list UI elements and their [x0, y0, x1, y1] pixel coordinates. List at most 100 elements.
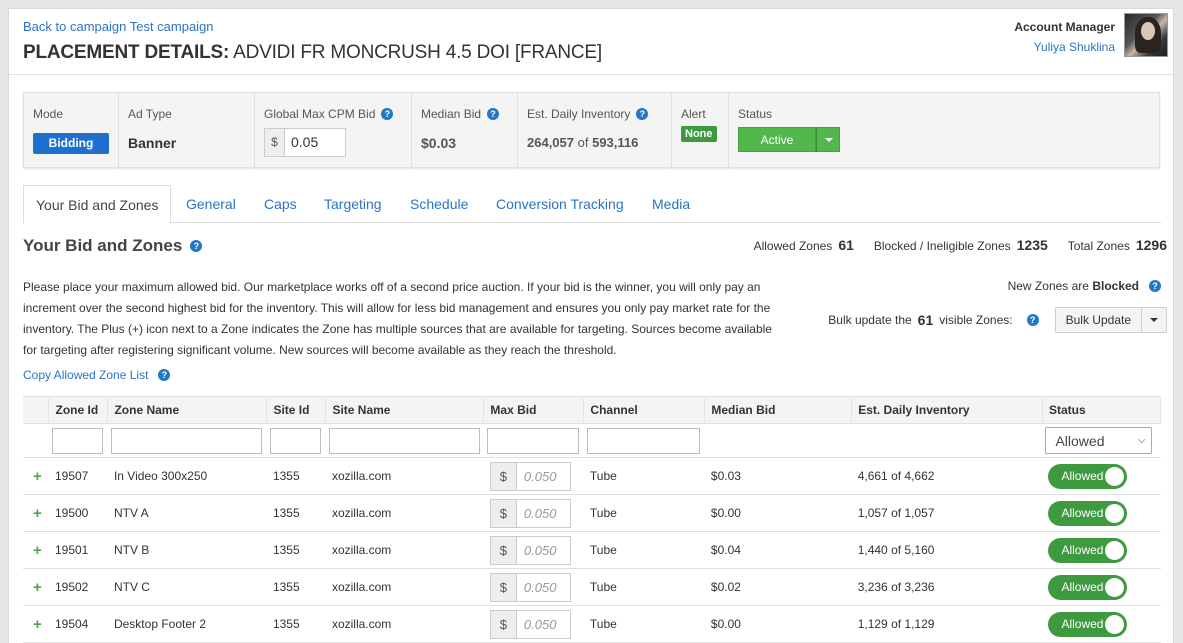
bulk-update-button[interactable]: Bulk Update — [1054, 307, 1167, 333]
blocked-zones-label: Blocked / Ineligible Zones — [873, 239, 1011, 253]
max-bid-input[interactable]: $0.050 — [489, 535, 571, 565]
median-bid: $0.00 — [704, 605, 852, 643]
expand-sources-icon[interactable]: + — [29, 579, 42, 596]
new-zones-state[interactable]: Blocked — [1092, 279, 1139, 293]
inventory-value: 264,057 of 593,116 — [527, 135, 639, 150]
channel: Tube — [583, 605, 705, 643]
tab-conversion-tracking[interactable]: Conversion Tracking — [496, 185, 624, 223]
max-bid-placeholder[interactable]: 0.050 — [517, 500, 557, 527]
col-median-bid[interactable]: Median Bid — [704, 396, 853, 424]
help-icon[interactable]: ? — [636, 108, 649, 120]
total-zones-count: 1296 — [1135, 237, 1167, 253]
status-dropdown[interactable]: Active — [738, 127, 840, 152]
global-cpm-input[interactable]: $ 0.05 — [264, 128, 346, 157]
status-label: Status — [738, 107, 773, 121]
channel: Tube — [583, 531, 705, 569]
tab-general[interactable]: General — [186, 185, 236, 223]
status-toggle-label: Allowed — [1061, 505, 1104, 520]
site-id: 1355 — [266, 605, 326, 643]
site-name-filter[interactable] — [328, 427, 480, 454]
expand-sources-icon[interactable]: + — [29, 616, 42, 633]
site-name: xozilla.com — [325, 457, 484, 495]
help-icon[interactable]: ? — [190, 240, 203, 252]
est-daily-inventory: 1,440 of 5,160 — [851, 531, 1043, 569]
channel-filter[interactable] — [586, 427, 700, 454]
est-daily-inventory: 4,661 of 4,662 — [851, 457, 1043, 495]
status-toggle[interactable]: Allowed — [1048, 537, 1128, 563]
expand-sources-icon[interactable]: + — [29, 468, 42, 485]
toggle-knob — [1105, 503, 1125, 523]
col-est-daily-inventory[interactable]: Est. Daily Inventory — [851, 396, 1043, 424]
max-bid-input[interactable]: $0.050 — [489, 609, 571, 639]
back-to-campaign-link[interactable]: Back to campaign Test campaign — [23, 19, 214, 34]
channel: Tube — [583, 457, 705, 495]
col-site-id[interactable]: Site Id — [266, 396, 327, 424]
chevron-down-icon[interactable] — [1142, 308, 1166, 332]
tab-caps[interactable]: Caps — [264, 185, 297, 223]
zone-id-filter[interactable] — [51, 427, 103, 454]
help-icon[interactable]: ? — [158, 369, 171, 381]
table-row: +19504 Desktop Footer 2 1355 xozilla.com $0.… — [23, 605, 1161, 643]
max-bid-input[interactable]: $0.050 — [489, 572, 571, 602]
mode-button[interactable]: Bidding — [33, 133, 109, 154]
toggle-knob — [1105, 577, 1125, 597]
help-icon[interactable]: ? — [1026, 314, 1039, 326]
status-toggle-label: Allowed — [1061, 468, 1104, 483]
max-bid-filter[interactable] — [486, 427, 579, 454]
max-bid-placeholder[interactable]: 0.050 — [517, 574, 557, 601]
allowed-zones-label: Allowed Zones — [753, 239, 833, 253]
max-bid-placeholder[interactable]: 0.050 — [517, 611, 557, 638]
status-toggle[interactable]: Allowed — [1048, 500, 1128, 526]
inventory-column: Est. Daily Inventory? 264,057 of 593,116 — [518, 93, 672, 169]
status-toggle[interactable]: Allowed — [1048, 611, 1128, 637]
expand-sources-icon[interactable]: + — [29, 505, 42, 522]
account-manager-link[interactable]: Yuliya Shuklina — [1034, 40, 1115, 54]
filter-row: Allowed ⌵ — [23, 423, 1161, 458]
col-zone-id[interactable]: Zone Id — [48, 396, 109, 424]
max-bid-input[interactable]: $0.050 — [489, 498, 571, 528]
col-status[interactable]: Status — [1042, 396, 1162, 424]
col-max-bid[interactable]: Max Bid — [483, 396, 585, 424]
median-bid-label: Median Bid? — [421, 107, 517, 121]
inventory-label: Est. Daily Inventory? — [527, 107, 671, 121]
chevron-down-icon[interactable] — [816, 127, 840, 152]
col-site-name[interactable]: Site Name — [325, 396, 485, 424]
copy-allowed-zone-list-link[interactable]: Copy Allowed Zone List — [23, 368, 148, 382]
col-channel[interactable]: Channel — [583, 396, 706, 424]
max-bid-placeholder[interactable]: 0.050 — [517, 537, 557, 564]
status-filter-select[interactable]: Allowed ⌵ — [1045, 427, 1153, 454]
status-toggle-label: Allowed — [1061, 542, 1104, 557]
status-button[interactable]: Active — [738, 127, 816, 152]
help-icon[interactable]: ? — [487, 108, 500, 120]
help-icon[interactable]: ? — [381, 108, 394, 120]
mode-label: Mode — [33, 107, 64, 121]
tab-schedule[interactable]: Schedule — [410, 185, 468, 223]
ad-type-column: Ad Type Banner — [119, 93, 255, 169]
max-bid-placeholder[interactable]: 0.050 — [517, 463, 557, 490]
median-bid: $0.04 — [704, 531, 852, 569]
zone-name-filter[interactable] — [110, 427, 262, 454]
zone-id: 19500 — [48, 494, 108, 532]
expand-sources-icon[interactable]: + — [29, 542, 42, 559]
site-id: 1355 — [266, 494, 326, 532]
status-toggle[interactable]: Allowed — [1048, 463, 1128, 489]
tab-your-bid-and-zones[interactable]: Your Bid and Zones — [23, 185, 172, 224]
alert-column: Alert None — [672, 93, 729, 169]
zone-counts: Allowed Zones 61 Blocked / Ineligible Zo… — [754, 237, 1167, 253]
site-id-filter[interactable] — [269, 427, 321, 454]
table-row: +19501 NTV B 1355 xozilla.com $0.050 Tube $0.0… — [23, 531, 1161, 569]
status-toggle-label: Allowed — [1061, 616, 1104, 631]
status-toggle[interactable]: Allowed — [1048, 574, 1128, 600]
tab-media[interactable]: Media — [652, 185, 690, 223]
alert-badge: None — [681, 126, 717, 142]
col-zone-name[interactable]: Zone Name — [107, 396, 268, 424]
global-cpm-value[interactable]: 0.05 — [285, 129, 318, 156]
tab-targeting[interactable]: Targeting — [324, 185, 382, 223]
page-header: Back to campaign Test campaign PLACEMENT… — [9, 9, 1173, 75]
help-icon[interactable]: ? — [1149, 280, 1161, 292]
ad-type-label: Ad Type — [128, 107, 172, 121]
table-row: +19500 NTV A 1355 xozilla.com $0.050 Tube $0.0… — [23, 494, 1161, 532]
site-name: xozilla.com — [325, 568, 484, 606]
max-bid-input[interactable]: $0.050 — [489, 461, 571, 491]
placement-name: ADVIDI FR MONCRUSH 4.5 DOI [FRANCE] — [233, 42, 602, 63]
